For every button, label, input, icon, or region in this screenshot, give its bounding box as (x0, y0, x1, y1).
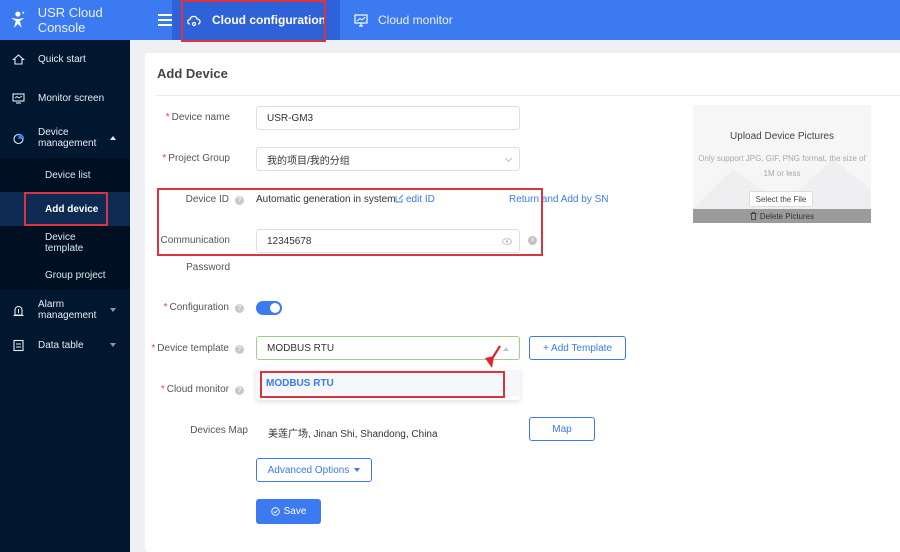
devices-map-value: 美莲广场, Jinan Shi, Shandong, China (268, 429, 438, 440)
delete-pictures-button[interactable]: Delete Pictures (693, 209, 871, 223)
pie-chart-icon (13, 133, 24, 144)
sidebar-item-data-table[interactable]: Data table (0, 330, 130, 360)
check-circle-icon (270, 507, 280, 516)
device-id-value: Automatic generation in system (256, 194, 396, 205)
cloud-monitor-label: * Cloud monitor? (161, 384, 244, 395)
app-title: USR Cloud Console (37, 5, 103, 35)
chevron-down-icon (504, 154, 513, 163)
communication-password-label-line2: Password (186, 262, 230, 273)
brand: USR Cloud Console (0, 0, 172, 40)
hamburger-menu-icon[interactable] (158, 14, 172, 26)
sidebar-item-device-template[interactable]: Device template (0, 226, 130, 260)
help-icon[interactable]: ? (235, 386, 244, 395)
cloud-icon (187, 15, 201, 27)
tab-label: Cloud monitor (377, 13, 453, 27)
upload-hint: Only support JPG, GIF, PNG format, the s… (698, 154, 866, 178)
usr-logo-icon (10, 11, 25, 28)
save-button[interactable]: Save (256, 499, 321, 524)
chevron-up-icon (110, 136, 116, 140)
upload-title: Upload Device Pictures (730, 131, 834, 142)
sidebar: Quick start Monitor screen Device manage… (0, 40, 130, 552)
device-id-label: Device ID? (186, 194, 244, 205)
configuration-toggle[interactable] (256, 301, 282, 315)
tab-cloud-monitor[interactable]: Cloud monitor (340, 0, 467, 40)
map-button[interactable]: Map (529, 417, 595, 441)
alarm-icon (13, 305, 24, 316)
sidebar-item-monitor-screen[interactable]: Monitor screen (0, 78, 130, 118)
top-bar: USR Cloud Console Cloud configuration Cl… (0, 0, 900, 40)
sidebar-item-device-management[interactable]: Device management (0, 118, 130, 158)
trash-icon (750, 212, 757, 220)
caret-down-icon (354, 468, 361, 472)
annotation-arrow-icon (485, 345, 501, 368)
advanced-options-button[interactable]: Advanced Options (256, 458, 372, 482)
device-management-submenu: Device list Add device Device template G… (0, 158, 130, 290)
page-title: Add Device (157, 66, 228, 81)
help-icon[interactable]: ? (235, 345, 244, 354)
divider (157, 95, 900, 96)
tab-cloud-configuration[interactable]: Cloud configuration (172, 0, 340, 40)
help-icon[interactable]: ? (235, 196, 244, 205)
home-icon (12, 53, 25, 65)
edit-icon (395, 194, 404, 203)
sidebar-item-alarm-management[interactable]: Alarm management (0, 290, 130, 330)
sidebar-item-device-list[interactable]: Device list (0, 158, 130, 192)
monitor-screen-icon (12, 92, 25, 104)
edit-id-link[interactable]: edit ID (395, 194, 435, 205)
add-template-button[interactable]: + Add Template (529, 336, 626, 360)
dropdown-option-modbus-rtu[interactable]: MODBUS RTU (256, 370, 520, 396)
configuration-label: * Configuration? (164, 302, 244, 313)
add-device-card: Add Device * Device name USR-GM3 * Project… (145, 53, 900, 552)
clear-icon[interactable]: × (528, 236, 537, 245)
device-template-label: * Device template? (151, 343, 244, 354)
sidebar-item-quick-start[interactable]: Quick start (0, 40, 130, 78)
monitor-icon (354, 13, 368, 27)
table-icon (13, 339, 24, 351)
chevron-down-icon (110, 308, 116, 312)
communication-password-label: Communication (160, 235, 230, 246)
project-group-select[interactable]: 我的项目/我的分组 (256, 147, 520, 171)
sidebar-item-add-device[interactable]: Add device (0, 192, 130, 226)
tab-label: Cloud configuration (212, 13, 326, 27)
chevron-down-icon (110, 343, 116, 347)
project-group-label: * Project Group (162, 153, 230, 164)
communication-password-input[interactable]: 12345678 (256, 229, 520, 253)
device-name-label: * Device name (165, 112, 230, 123)
help-icon[interactable]: ? (235, 304, 244, 313)
return-add-by-sn-link[interactable]: Return and Add by SN (509, 194, 609, 205)
upload-pictures-panel: Upload Device Pictures Only support JPG,… (693, 105, 871, 223)
select-file-button[interactable]: Select the File (749, 191, 813, 207)
eye-icon[interactable] (502, 238, 512, 245)
device-name-input[interactable]: USR-GM3 (256, 106, 520, 130)
devices-map-label: Devices Map (190, 425, 248, 436)
sidebar-item-group-project[interactable]: Group project (0, 260, 130, 290)
